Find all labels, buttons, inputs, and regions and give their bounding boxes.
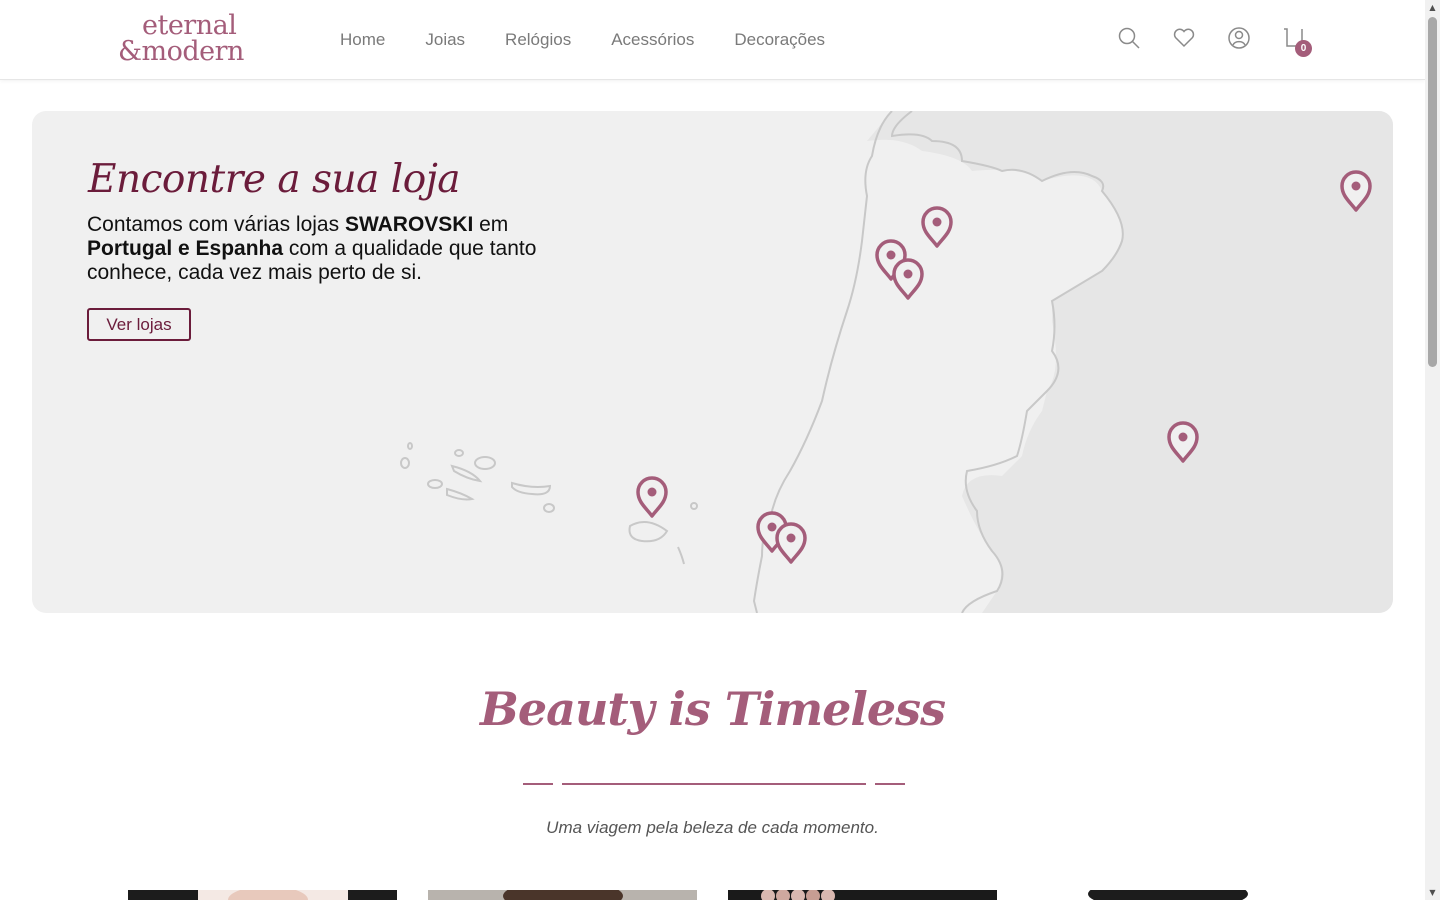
cart-icon[interactable]: 0 — [1282, 26, 1312, 57]
logo[interactable]: eternal &modern — [118, 8, 258, 72]
logo-line-2: &modern — [118, 36, 244, 67]
banner-text-part-2: em — [473, 213, 509, 236]
scroll-thumb[interactable] — [1428, 17, 1437, 367]
banner-brand-name: SWAROVSKI — [344, 213, 474, 236]
store-pin-4[interactable] — [1340, 170, 1372, 212]
divider-right — [875, 783, 905, 785]
divider-left — [523, 783, 553, 785]
heart-icon[interactable] — [1172, 26, 1196, 50]
scroll-down-arrow-icon[interactable]: ▼ — [1425, 885, 1440, 900]
section-subtitle: Uma viagem pela beleza de cada momento. — [546, 818, 879, 837]
view-stores-button[interactable]: Ver lojas — [87, 308, 191, 341]
banner-text-part-1: Contamos com várias lojas — [87, 213, 345, 236]
banner-description: Contamos com várias lojas SWAROVSKI em P… — [87, 213, 557, 285]
scroll-up-arrow-icon[interactable]: ▲ — [1425, 0, 1440, 15]
story-card-2-image — [428, 890, 697, 900]
story-card-2[interactable] — [428, 890, 697, 900]
cart-count-badge: 0 — [1295, 40, 1312, 57]
story-card-3[interactable] — [728, 890, 997, 900]
user-icon[interactable] — [1227, 26, 1251, 50]
search-icon[interactable] — [1117, 26, 1141, 50]
nav-joias[interactable]: Joias — [425, 30, 465, 50]
story-card-1-image — [128, 890, 397, 900]
section-title: Beauty is Timeless — [480, 682, 946, 736]
page-scrollbar[interactable]: ▲ ▼ — [1425, 0, 1440, 900]
divider-center — [562, 783, 866, 785]
banner-countries: Portugal e Espanha — [87, 237, 284, 260]
site-header: eternal &modern Home Joias Relógios Aces… — [0, 0, 1425, 80]
store-pin-8[interactable] — [775, 522, 807, 564]
story-card-1[interactable] — [128, 890, 397, 900]
story-card-4-image — [1028, 890, 1297, 900]
store-pin-5[interactable] — [1167, 421, 1199, 463]
store-pin-3[interactable] — [892, 258, 924, 300]
nav-decoracoes[interactable]: Decorações — [734, 30, 825, 50]
store-pin-6[interactable] — [636, 476, 668, 518]
story-card-3-image — [728, 890, 997, 900]
store-locator-banner: Encontre a sua loja Contamos com várias … — [32, 111, 1393, 613]
main-nav: Home Joias Relógios Acessórios Decoraçõe… — [340, 30, 825, 50]
store-pin-1[interactable] — [921, 206, 953, 248]
nav-acessorios[interactable]: Acessórios — [611, 30, 694, 50]
story-card-4[interactable] — [1028, 890, 1297, 900]
banner-title: Encontre a sua loja — [88, 157, 461, 202]
nav-relogios[interactable]: Relógios — [505, 30, 571, 50]
nav-home[interactable]: Home — [340, 30, 385, 50]
